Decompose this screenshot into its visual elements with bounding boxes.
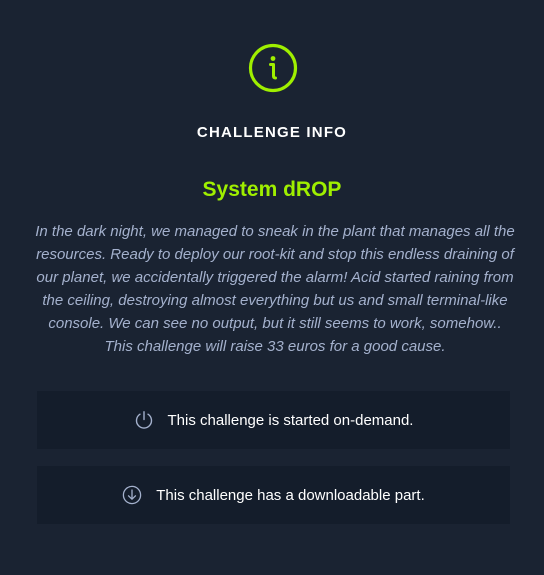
challenge-info-panel: CHALLENGE INFO System dROP In the dark n… xyxy=(0,0,544,575)
description-line: our planet, we accidentally triggered th… xyxy=(36,269,514,286)
description-line: In the dark night, we managed to sneak i… xyxy=(35,223,515,240)
description-line: console. We can see no output, but it st… xyxy=(48,315,502,332)
download-icon xyxy=(122,485,142,505)
section-title: CHALLENGE INFO xyxy=(196,124,348,141)
description-line: resources. Ready to deploy our root-kit … xyxy=(36,246,514,263)
downloadable-notice: This challenge has a downloadable part. xyxy=(37,466,510,524)
description-line: This challenge will raise 33 euros for a… xyxy=(104,338,446,355)
on-demand-text: This challenge is started on-demand. xyxy=(167,411,414,429)
on-demand-notice: This challenge is started on-demand. xyxy=(37,391,510,449)
power-icon xyxy=(135,411,152,429)
description-line: the ceiling, destroying almost everythin… xyxy=(42,292,508,309)
info-circle-icon xyxy=(248,43,298,93)
challenge-description: In the dark night, we managed to sneak i… xyxy=(30,220,520,358)
downloadable-text: This challenge has a downloadable part. xyxy=(156,486,425,504)
challenge-name: System dROP xyxy=(202,178,342,201)
